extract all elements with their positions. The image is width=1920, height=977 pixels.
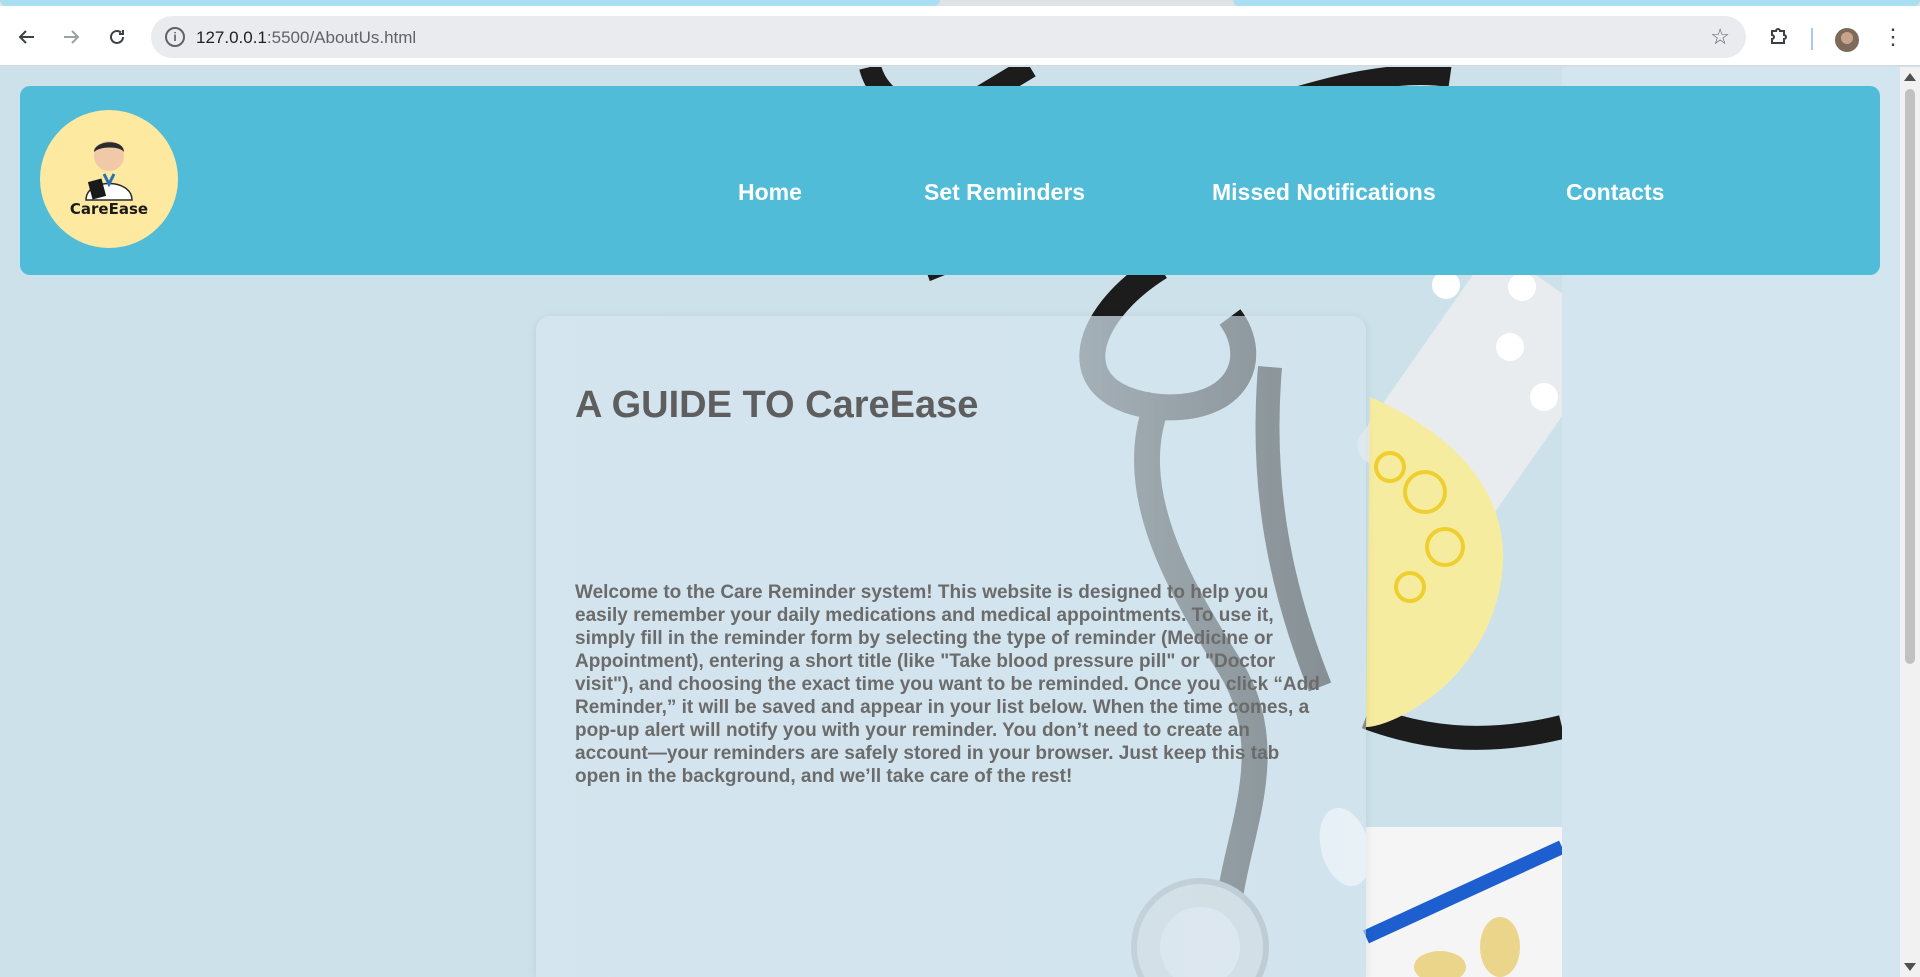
back-arrow-icon[interactable] (12, 22, 42, 52)
scroll-up-arrow-icon[interactable] (1904, 73, 1916, 81)
site-info-icon[interactable]: i (165, 27, 185, 47)
nav-home[interactable]: Home (738, 179, 802, 206)
url-text[interactable]: 127.0.0.1:5500/AboutUs.html (196, 28, 416, 48)
bookmark-star-icon[interactable]: ☆ (1710, 24, 1730, 50)
reload-icon[interactable] (102, 22, 132, 52)
extensions-icon[interactable] (1768, 25, 1790, 53)
browser-toolbar: i 127.0.0.1:5500/AboutUs.html ☆ ⋮ (0, 6, 1920, 66)
scrollbar-thumb[interactable] (1905, 89, 1915, 664)
nav-contacts[interactable]: Contacts (1566, 179, 1664, 206)
page-scrollbar[interactable] (1900, 67, 1920, 977)
more-menu-icon[interactable]: ⋮ (1882, 24, 1904, 50)
guide-body-text: Welcome to the Care Reminder system! Thi… (575, 582, 1320, 787)
profile-avatar[interactable] (1835, 28, 1859, 52)
page-viewport: CareEase Home Set Reminders Missed Notif… (0, 67, 1900, 977)
scroll-down-arrow-icon[interactable] (1904, 963, 1916, 971)
site-header: CareEase Home Set Reminders Missed Notif… (20, 86, 1880, 275)
toolbar-divider (1811, 28, 1813, 50)
guide-card: A GUIDE TO CareEase Welcome to the Care … (536, 316, 1366, 977)
nav-missed-notifications[interactable]: Missed Notifications (1212, 179, 1436, 206)
main-nav: Home Set Reminders Missed Notifications … (20, 86, 1880, 275)
address-bar[interactable]: i 127.0.0.1:5500/AboutUs.html ☆ (151, 16, 1746, 58)
nav-set-reminders[interactable]: Set Reminders (924, 179, 1085, 206)
guide-title: A GUIDE TO CareEase (575, 384, 979, 426)
forward-arrow-icon[interactable] (56, 22, 86, 52)
